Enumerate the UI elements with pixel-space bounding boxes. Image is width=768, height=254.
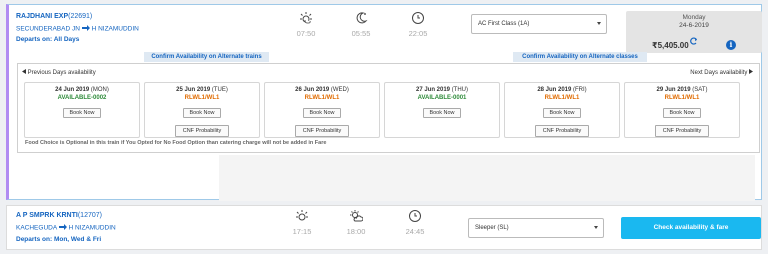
arrival-time: 05:55 bbox=[349, 11, 373, 38]
chevron-down-icon bbox=[597, 22, 601, 25]
route-to: H NIZAMUDDIN bbox=[91, 25, 139, 33]
arrow-right-icon bbox=[81, 25, 90, 33]
cnf-probability-button[interactable]: CNF Probability bbox=[294, 125, 350, 137]
day-card: 28 Jun 2019 (FRI) RLWL1/WL1 Book Now CNF… bbox=[504, 82, 620, 138]
departure-time-text: 07:50 bbox=[296, 29, 316, 38]
train-name[interactable]: A P SMPRK KRNTI(12707) bbox=[16, 212, 102, 219]
cnf-probability-button[interactable]: CNF Probability bbox=[534, 125, 590, 137]
day-date: 28 Jun 2019 (FRI) bbox=[537, 87, 587, 93]
previous-days-label: Previous Days availability bbox=[27, 70, 96, 77]
class-select-value: AC First Class (1A) bbox=[478, 21, 530, 27]
departs-value: Mon, Wed & Fri bbox=[53, 236, 102, 243]
book-now-button[interactable]: Book Now bbox=[303, 108, 341, 118]
day-card: 24 Jun 2019 (MON) AVAILABLE-0002 Book No… bbox=[24, 82, 140, 138]
day-card: 29 Jun 2019 (SAT) RLWL1/WL1 Book Now CNF… bbox=[624, 82, 740, 138]
class-select[interactable]: Sleeper (SL) bbox=[468, 218, 604, 238]
availability-panel: Previous Days availability Next Days ava… bbox=[17, 63, 760, 153]
book-now-button[interactable]: Book Now bbox=[543, 108, 581, 118]
departs-info: Departs on: All Days bbox=[16, 36, 79, 43]
route: SECUNDERABAD JN H NIZAMUDDIN bbox=[16, 25, 139, 33]
arrival-time-text: 18:00 bbox=[346, 227, 366, 236]
info-icon[interactable]: i bbox=[726, 40, 736, 50]
day-status: AVAILABLE-0001 bbox=[417, 95, 467, 101]
day-date: 29 Jun 2019 (SAT) bbox=[656, 87, 708, 93]
train-card-rajdhani: RAJDHANI EXP(22691) SECUNDERABAD JN H NI… bbox=[6, 4, 762, 201]
train-name-text[interactable]: RAJDHANI EXP bbox=[16, 13, 68, 20]
route-from: KACHEGUDA bbox=[16, 224, 57, 232]
cnf-probability-button[interactable]: CNF Probability bbox=[174, 125, 230, 137]
fare-price: ₹5,405.00 bbox=[652, 41, 689, 50]
next-days-label: Next Days availability bbox=[690, 70, 748, 77]
train-number: (12707) bbox=[77, 212, 102, 219]
departure-time: 17:15 bbox=[290, 209, 314, 236]
sunrise-icon bbox=[296, 210, 308, 221]
route: KACHEGUDA H NIZAMUDDIN bbox=[16, 224, 116, 232]
departs-value: All Days bbox=[53, 36, 80, 43]
day-date: 27 Jun 2019 (THU) bbox=[415, 87, 469, 93]
chevron-down-icon bbox=[594, 226, 598, 229]
day-date: 25 Jun 2019 (TUE) bbox=[176, 87, 228, 93]
route-from: SECUNDERABAD JN bbox=[16, 25, 80, 33]
duration: 22:05 bbox=[406, 11, 430, 38]
duration-text: 22:05 bbox=[408, 29, 428, 38]
fare-box: Monday 24-6-2019 ₹5,405.00 i bbox=[626, 11, 762, 53]
refresh-icon[interactable] bbox=[690, 32, 698, 50]
next-days-link[interactable]: Next Days availability bbox=[690, 69, 753, 76]
clock-icon bbox=[412, 12, 424, 24]
departure-time-text: 17:15 bbox=[292, 227, 312, 236]
day-status: RLWL1/WL1 bbox=[304, 95, 340, 101]
class-select-value: Sleeper (SL) bbox=[475, 225, 509, 231]
duration-text: 24:45 bbox=[405, 227, 425, 236]
food-choice-note: Food Choice is Optional in this train if… bbox=[25, 140, 327, 146]
day-status: AVAILABLE-0002 bbox=[57, 95, 107, 101]
cnf-probability-button[interactable]: CNF Probability bbox=[654, 125, 710, 137]
book-now-button[interactable]: Book Now bbox=[183, 108, 221, 118]
day-card: 27 Jun 2019 (THU) AVAILABLE-0001 Book No… bbox=[384, 82, 500, 138]
class-select[interactable]: AC First Class (1A) bbox=[471, 14, 607, 34]
clock-icon bbox=[409, 210, 421, 222]
day-date: 26 Jun 2019 (WED) bbox=[295, 87, 349, 93]
duration: 24:45 bbox=[403, 209, 427, 236]
alternate-trains-button[interactable]: Confirm Availability on Alternate trains bbox=[144, 52, 269, 62]
departs-label: Departs on: bbox=[16, 236, 53, 243]
train-card-smprk-krnti: A P SMPRK KRNTI(12707) KACHEGUDA H NIZAM… bbox=[6, 205, 762, 250]
day-status: RLWL1/WL1 bbox=[664, 95, 700, 101]
chevron-left-icon bbox=[22, 69, 26, 76]
check-availability-button[interactable]: Check availability & fare bbox=[621, 217, 761, 239]
route-to: H NIZAMUDDIN bbox=[68, 224, 116, 232]
arrival-time: 18:00 bbox=[344, 209, 368, 236]
arrival-time-text: 05:55 bbox=[351, 29, 371, 38]
day-card: 26 Jun 2019 (WED) RLWL1/WL1 Book Now CNF… bbox=[264, 82, 380, 138]
departure-time: 07:50 bbox=[294, 11, 318, 38]
moon-icon bbox=[356, 12, 368, 24]
sunrise-icon bbox=[300, 12, 312, 24]
sun-cloud-icon bbox=[350, 210, 363, 222]
departs-label: Departs on: bbox=[16, 36, 53, 43]
day-date: 24 Jun 2019 (MON) bbox=[55, 87, 109, 93]
train-name[interactable]: RAJDHANI EXP(22691) bbox=[16, 13, 92, 20]
previous-days-link[interactable]: Previous Days availability bbox=[22, 69, 96, 76]
empty-area bbox=[219, 155, 755, 201]
day-status: RLWL1/WL1 bbox=[184, 95, 220, 101]
day-status: RLWL1/WL1 bbox=[544, 95, 580, 101]
alternate-classes-button[interactable]: Confirm Availability on Alternate classe… bbox=[513, 52, 647, 62]
train-name-text[interactable]: A P SMPRK KRNTI bbox=[16, 212, 78, 219]
fare-day: Monday bbox=[682, 14, 706, 21]
book-now-button[interactable]: Book Now bbox=[663, 108, 701, 118]
fare-date: 24-6-2019 bbox=[679, 22, 709, 29]
train-number: (22691) bbox=[68, 13, 93, 20]
book-now-button[interactable]: Book Now bbox=[63, 108, 101, 118]
book-now-button[interactable]: Book Now bbox=[423, 108, 461, 118]
day-card: 25 Jun 2019 (TUE) RLWL1/WL1 Book Now CNF… bbox=[144, 82, 260, 138]
arrow-right-icon bbox=[58, 224, 67, 232]
chevron-right-icon bbox=[749, 69, 753, 76]
departs-info: Departs on: Mon, Wed & Fri bbox=[16, 236, 101, 243]
